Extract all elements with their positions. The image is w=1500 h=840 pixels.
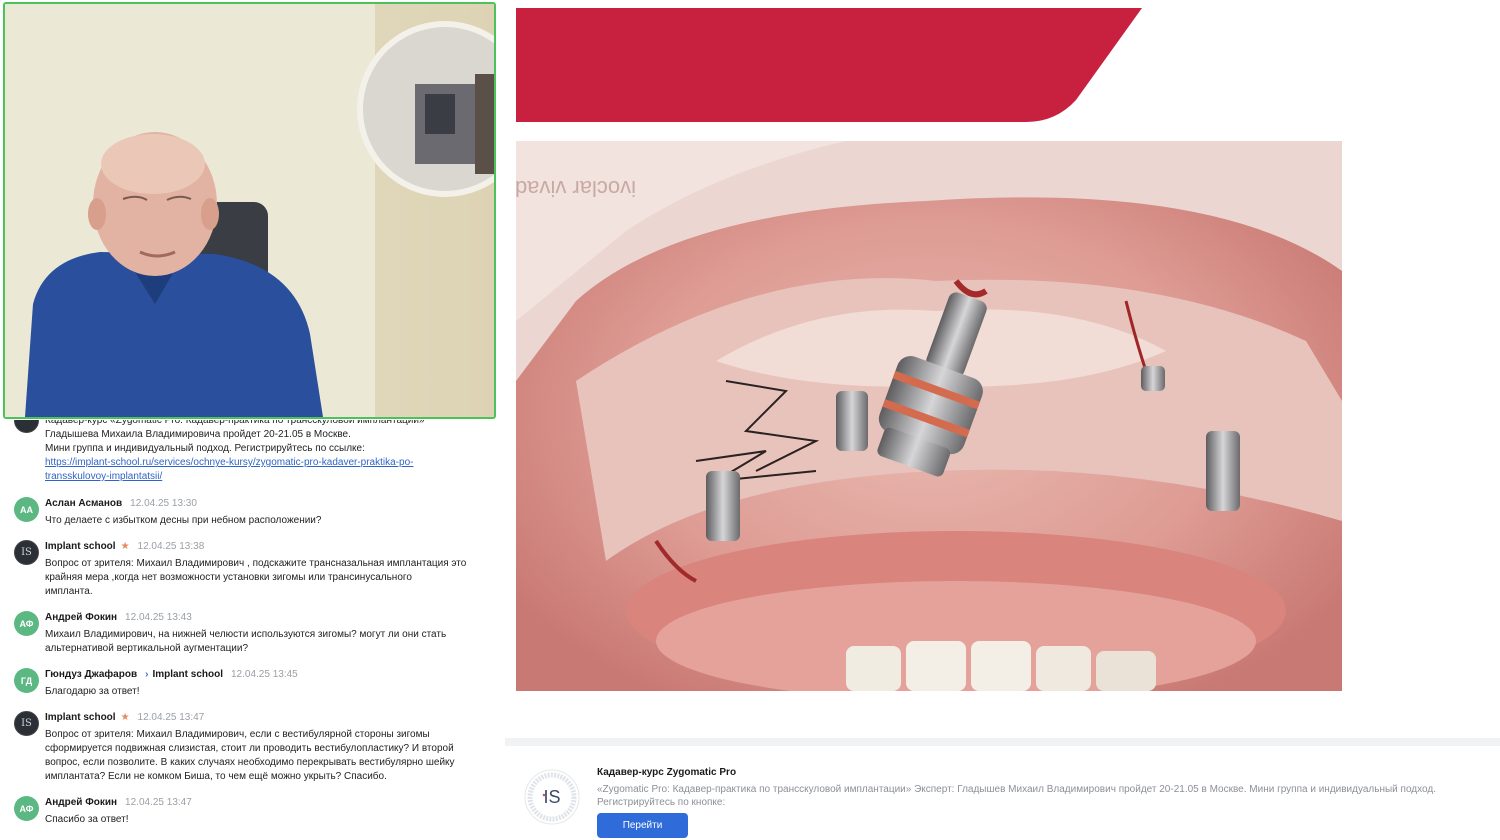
message-time: 12.04.25 13:43	[125, 612, 192, 623]
chat-message: ГД Гюндуз Джафаров › Implant school 12.04.2…	[0, 668, 505, 699]
dental-photo-image: ivoclar vivadent	[516, 141, 1342, 691]
star-icon: ★	[120, 541, 130, 552]
webinar-page: Кадавер-курс «Zygomatic Pro: Кадавер-пра…	[0, 0, 1500, 840]
message-author[interactable]: Гюндуз Джафаров	[45, 669, 137, 680]
course-link[interactable]: https://implant-school.ru/services/ochny…	[45, 456, 493, 470]
message-author[interactable]: Андрей Фокин	[45, 797, 117, 808]
speaker-video[interactable]	[3, 2, 496, 419]
avatar: ГД	[14, 668, 39, 693]
message-meta: Андрей Фокин 12.04.25 13:43	[45, 611, 493, 625]
message-time: 12.04.25 13:38	[137, 541, 205, 552]
message-author[interactable]: Implant school	[45, 541, 116, 552]
promo-description: «Zygomatic Pro: Кадавер-практика по тран…	[597, 784, 1436, 808]
message-meta: Implant school ★ 12.04.25 13:38	[45, 540, 493, 554]
reply-to-author[interactable]: Implant school	[152, 669, 223, 680]
dental-photo: ivoclar vivadent	[516, 141, 1342, 691]
message-meta: Аслан Асманов 12.04.25 13:30	[45, 497, 493, 511]
avatar: IS	[14, 711, 39, 736]
message-text: Спасибо за ответ!	[45, 814, 129, 825]
message-author[interactable]: Аслан Асманов	[45, 498, 122, 509]
chat-message: IS Implant school ★ 12.04.25 13:47 Вопрос …	[0, 711, 505, 784]
chat-message: IS Implant school ★ 12.04.25 13:38 Вопрос …	[0, 540, 505, 599]
message-text: Что делаете с избытком десны при небном …	[45, 515, 322, 526]
message-author[interactable]: Андрей Фокин	[45, 612, 117, 623]
retractor-watermark: ivoclar vivadent	[516, 176, 636, 201]
avatar: АА	[14, 497, 39, 522]
slide-banner	[516, 8, 1142, 122]
avatar: АФ	[14, 611, 39, 636]
chat-message: АА Аслан Асманов 12.04.25 13:30 Что делае…	[0, 497, 505, 528]
promo-title: Кадавер-курс Zygomatic Pro	[597, 767, 737, 778]
svg-text:IS: IS	[543, 787, 560, 807]
chat-message: Кадавер-курс «Zygomatic Pro: Кадавер-пра…	[0, 420, 505, 484]
message-text: Вопрос от зрителя: Михаил Владимирович ,…	[45, 558, 467, 597]
go-button[interactable]: Перейти	[597, 813, 688, 838]
message-time: 12.04.25 13:30	[130, 498, 197, 509]
avatar: АФ	[14, 796, 39, 821]
course-link-continued[interactable]: transskulovoy-implantatsii/	[45, 470, 493, 484]
message-author[interactable]: Implant school	[45, 712, 116, 723]
message-meta: Гюндуз Джафаров › Implant school 12.04.25 1…	[45, 668, 493, 682]
star-icon: ★	[120, 712, 130, 723]
message-text: Кадавер-курс «Zygomatic Pro: Кадавер-пра…	[45, 420, 493, 484]
message-text: Михаил Владимирович, на нижней челюсти и…	[45, 629, 447, 654]
chat-message: АФ Андрей Фокин 12.04.25 13:47 Спасибо за…	[0, 796, 505, 827]
speaker-video-frame	[5, 4, 494, 417]
promo-card: IS Кадавер-курс Zygomatic Pro «Zygomatic…	[505, 738, 1500, 840]
message-meta: Андрей Фокин 12.04.25 13:47	[45, 796, 493, 810]
message-text: Вопрос от зрителя: Михаил Владимирович, …	[45, 729, 455, 782]
message-meta: Implant school ★ 12.04.25 13:47	[45, 711, 493, 725]
avatar: IS	[14, 540, 39, 565]
message-time: 12.04.25 13:47	[125, 797, 192, 808]
presentation-slide: ivoclar vivadent	[505, 0, 1500, 738]
chat-message: АФ Андрей Фокин 12.04.25 13:43 Михаил Вла…	[0, 611, 505, 656]
chat-feed[interactable]: Кадавер-курс «Zygomatic Pro: Кадавер-пра…	[0, 420, 505, 840]
message-text: Благодарю за ответ!	[45, 686, 140, 697]
message-time: 12.04.25 13:45	[231, 669, 298, 680]
message-time: 12.04.25 13:47	[137, 712, 205, 723]
reply-arrow-icon: ›	[145, 669, 149, 680]
avatar	[14, 420, 39, 433]
implant-school-logo: IS	[524, 769, 580, 825]
